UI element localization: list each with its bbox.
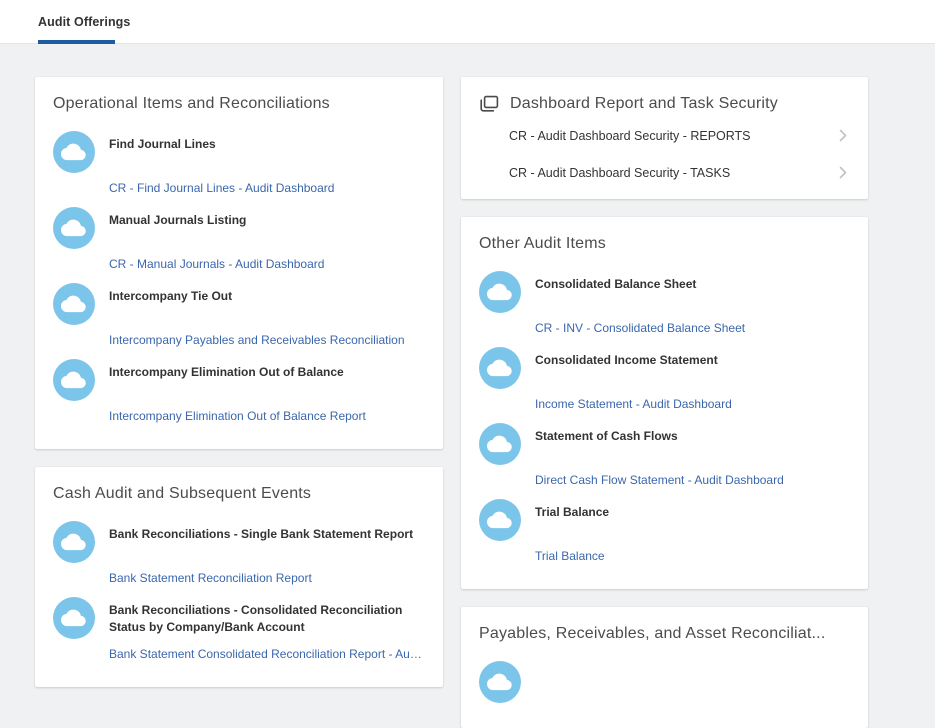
worklet-title: Bank Reconciliations - Consolidated Reco…	[109, 597, 423, 642]
worklet-title: Bank Reconciliations - Single Bank State…	[109, 521, 423, 566]
card-title: Other Audit Items	[479, 235, 848, 253]
security-row[interactable]: CR - Audit Dashboard Security - TASKS	[509, 154, 848, 191]
right-column: Dashboard Report and Task Security CR - A…	[461, 77, 868, 728]
card-operational-items-and-reconciliations: Operational Items and Reconciliations Fin…	[35, 77, 443, 449]
card-title: Cash Audit and Subsequent Events	[53, 485, 423, 503]
worklet-title: Trial Balance	[535, 499, 848, 544]
worklet-title: Manual Journals Listing	[109, 207, 423, 252]
worklet-title: Consolidated Balance Sheet	[535, 271, 848, 316]
worklet-item: Bank Reconciliations - Single Bank State…	[53, 521, 423, 586]
security-row-label: CR - Audit Dashboard Security - REPORTS	[509, 129, 751, 143]
tab-bar: Audit Offerings	[0, 0, 935, 44]
security-row-label: CR - Audit Dashboard Security - TASKS	[509, 166, 730, 180]
tab-audit-offerings[interactable]: Audit Offerings	[38, 0, 130, 44]
cloud-icon	[53, 521, 95, 563]
worklet-link[interactable]: CR - INV - Consolidated Balance Sheet	[535, 321, 848, 336]
worklet-link[interactable]: Direct Cash Flow Statement - Audit Dashb…	[535, 473, 848, 488]
worklet-item: Consolidated Income Statement Income Stat…	[479, 347, 848, 412]
card-cash-audit-and-subsequent-events: Cash Audit and Subsequent Events Bank Rec…	[35, 467, 443, 687]
active-tab-underline	[38, 40, 115, 44]
worklet-item: Intercompany Elimination Out of Balance I…	[53, 359, 423, 424]
worklet-item: Intercompany Tie Out Intercompany Payable…	[53, 283, 423, 348]
worklet-title: Find Journal Lines	[109, 131, 423, 176]
cloud-icon	[53, 359, 95, 401]
worklet-item: Statement of Cash Flows Direct Cash Flow …	[479, 423, 848, 488]
card-dashboard-report-and-task-security: Dashboard Report and Task Security CR - A…	[461, 77, 868, 199]
cloud-icon	[53, 207, 95, 249]
worklet-link[interactable]: Trial Balance	[535, 549, 848, 564]
security-row-list: CR - Audit Dashboard Security - REPORTS C…	[509, 117, 848, 191]
worklet-item: Find Journal Lines CR - Find Journal Line…	[53, 131, 423, 196]
cloud-icon	[53, 283, 95, 325]
card-payables-receivables-and-asset-reconciliat: Payables, Receivables, and Asset Reconci…	[461, 607, 868, 728]
worklet-link[interactable]: Income Statement - Audit Dashboard	[535, 397, 848, 412]
worklet-link[interactable]: Intercompany Elimination Out of Balance …	[109, 409, 423, 424]
cloud-icon	[53, 597, 95, 639]
security-row[interactable]: CR - Audit Dashboard Security - REPORTS	[509, 117, 848, 154]
cloud-icon	[479, 347, 521, 389]
worklet-item: Bank Reconciliations - Consolidated Reco…	[53, 597, 423, 662]
card-other-audit-items: Other Audit Items Consolidated Balance Sh…	[461, 217, 868, 589]
left-column: Operational Items and Reconciliations Fin…	[35, 77, 443, 687]
worklet-title: Consolidated Income Statement	[535, 347, 848, 392]
worklet-link[interactable]: CR - Manual Journals - Audit Dashboard	[109, 257, 423, 272]
worklet-link[interactable]: Bank Statement Reconciliation Report	[109, 571, 423, 586]
cloud-icon	[479, 423, 521, 465]
worklet-item	[479, 661, 848, 703]
worklet-title: Intercompany Elimination Out of Balance	[109, 359, 423, 404]
worklet-title: Intercompany Tie Out	[109, 283, 423, 328]
worklet-item: Consolidated Balance Sheet CR - INV - Con…	[479, 271, 848, 336]
cloud-icon	[479, 661, 521, 703]
card-title: Operational Items and Reconciliations	[53, 95, 423, 113]
cloud-icon	[479, 499, 521, 541]
tab-label: Audit Offerings	[38, 15, 130, 29]
card-title: Dashboard Report and Task Security	[510, 95, 778, 113]
cloud-icon	[53, 131, 95, 173]
worklet-item: Trial Balance Trial Balance	[479, 499, 848, 564]
chevron-right-icon	[838, 165, 848, 180]
worklet-title: Statement of Cash Flows	[535, 423, 848, 468]
card-title: Payables, Receivables, and Asset Reconci…	[479, 625, 848, 643]
worklet-item: Manual Journals Listing CR - Manual Journ…	[53, 207, 423, 272]
card-header: Dashboard Report and Task Security	[479, 95, 848, 113]
chevron-right-icon	[838, 128, 848, 143]
stacked-windows-icon	[479, 95, 499, 113]
cloud-icon	[479, 271, 521, 313]
worklet-link[interactable]: CR - Find Journal Lines - Audit Dashboar…	[109, 181, 423, 196]
worklet-link[interactable]: Intercompany Payables and Receivables Re…	[109, 333, 423, 348]
